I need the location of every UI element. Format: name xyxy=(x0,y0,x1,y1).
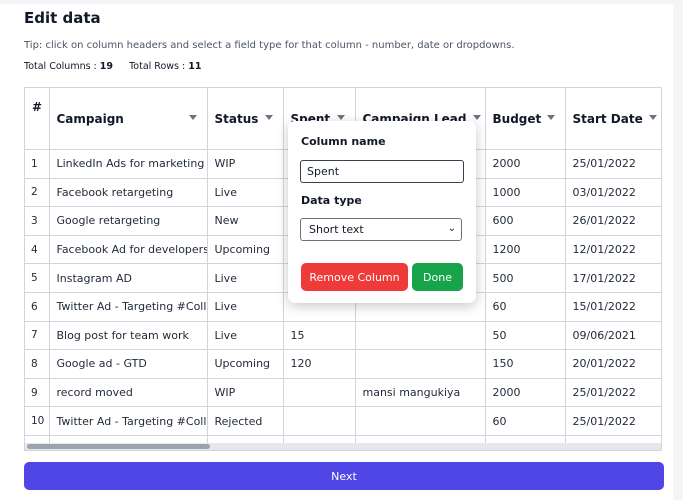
cell-start-date[interactable]: 20/01/2022 xyxy=(565,349,661,379)
chevron-down-icon: ⌄ xyxy=(447,223,456,234)
column-header-start-date[interactable]: Start Date xyxy=(565,88,661,150)
cell-start-date[interactable]: 25/01/2022 xyxy=(565,149,661,179)
data-type-select[interactable]: Short text ⌄ xyxy=(300,218,462,241)
cell-start-date[interactable]: 15/01/2022 xyxy=(565,292,661,322)
cell-index: 3 xyxy=(25,206,50,236)
cell-budget[interactable]: 1200 xyxy=(485,235,566,265)
window-top-edge xyxy=(0,0,683,4)
caret-down-icon[interactable] xyxy=(648,115,657,120)
table-row: 10Twitter Ad - Targeting #CollaborationR… xyxy=(25,406,661,436)
cell-campaign-lead[interactable]: mansi mangukiya xyxy=(355,378,486,408)
cell-spent[interactable] xyxy=(283,406,356,436)
cell-status[interactable]: New xyxy=(207,206,284,236)
cell-campaign-lead[interactable] xyxy=(355,406,486,436)
caret-down-icon[interactable] xyxy=(472,115,481,120)
table-row: 9 record moved WIP mansi mangukiya 2000 25/01… xyxy=(25,378,661,408)
column-header-label: Campaign xyxy=(56,111,124,126)
caret-down-icon[interactable] xyxy=(264,115,273,120)
column-header-label: Budget xyxy=(492,111,542,126)
done-button[interactable]: Done xyxy=(412,263,463,291)
tip-text: Tip: click on column headers and select … xyxy=(24,40,515,51)
cell-campaign[interactable]: LinkedIn Ads for marketing automation xyxy=(49,149,208,179)
window-right-edge xyxy=(673,0,683,500)
cell-campaign[interactable]: Facebook Ad for developers xyxy=(49,235,208,265)
cell-index: 10 xyxy=(25,406,50,436)
caret-down-icon[interactable] xyxy=(547,115,556,120)
cell-status[interactable]: Upcoming xyxy=(207,235,284,265)
cell-budget[interactable]: 500 xyxy=(485,263,566,293)
cell-spent[interactable] xyxy=(283,378,356,408)
column-name-input[interactable] xyxy=(300,160,464,183)
cell-status[interactable]: WIP xyxy=(207,149,284,179)
column-header-budget[interactable]: Budget xyxy=(485,88,566,150)
cell-campaign-lead[interactable] xyxy=(355,321,486,351)
cell-campaign[interactable]: Instagram AD xyxy=(49,263,208,293)
cell-budget[interactable]: 600 xyxy=(485,206,566,236)
total-columns-value: 19 xyxy=(99,61,114,72)
cell-status[interactable]: Upcoming xyxy=(207,349,284,379)
cell-start-date[interactable]: 25/01/2022 xyxy=(565,378,661,408)
cell-campaign-lead[interactable] xyxy=(355,349,486,379)
cell-budget[interactable]: 2000 xyxy=(485,149,566,179)
cell-start-date[interactable]: 12/01/2022 xyxy=(565,235,661,265)
cell-start-date[interactable]: 09/06/2021 xyxy=(565,321,661,351)
cell-status[interactable]: Live xyxy=(207,292,284,322)
cell-campaign[interactable]: Twitter Ad - Targeting #Collaboration xyxy=(49,292,208,322)
cell-campaign[interactable]: Google retargeting xyxy=(49,206,208,236)
cell-status[interactable]: Live xyxy=(207,263,284,293)
cell-budget[interactable]: 2000 xyxy=(485,378,566,408)
totals-summary: Total Columns : 19 Total Rows : 11 xyxy=(24,61,202,72)
total-rows-value: 11 xyxy=(188,61,202,72)
cell-index: 6 xyxy=(25,292,50,322)
cell-index: 7 xyxy=(25,321,50,351)
column-header-label: Status xyxy=(214,111,259,126)
column-header-index: # xyxy=(25,88,50,150)
cell-index: 8 xyxy=(25,349,50,379)
scrollbar-thumb[interactable] xyxy=(27,444,210,449)
cell-start-date[interactable]: 17/01/2022 xyxy=(565,263,661,293)
cell-start-date[interactable]: 03/01/2022 xyxy=(565,178,661,208)
cell-index: 5 xyxy=(25,263,50,293)
cell-index: 9 xyxy=(25,378,50,408)
table-row: 7 Blog post for team work Live 15 50 09/06/20… xyxy=(25,321,661,351)
total-rows-label: Total Rows : xyxy=(129,61,186,72)
data-type-label: Data type xyxy=(301,194,362,207)
cell-start-date[interactable]: 25/01/2022 xyxy=(565,406,661,436)
cell-status[interactable]: Rejected xyxy=(207,406,284,436)
cell-index: 2 xyxy=(25,178,50,208)
column-header-campaign[interactable]: Campaign xyxy=(49,88,208,150)
cell-status[interactable]: Live xyxy=(207,321,284,351)
cell-budget[interactable]: 150 xyxy=(485,349,566,379)
cell-campaign[interactable]: Blog post for team work xyxy=(49,321,208,351)
column-name-label: Column name xyxy=(301,135,386,148)
cell-budget[interactable]: 60 xyxy=(485,406,566,436)
cell-budget[interactable]: 1000 xyxy=(485,178,566,208)
cell-campaign[interactable]: Google ad - GTD xyxy=(49,349,208,379)
cell-budget[interactable]: 60 xyxy=(485,292,566,322)
cell-spent[interactable]: 15 xyxy=(283,321,356,351)
column-settings-popover: Column name Data type Short text ⌄ Remov… xyxy=(288,121,476,303)
caret-down-icon[interactable] xyxy=(336,115,345,120)
page-title: Edit data xyxy=(24,9,101,27)
next-button[interactable]: Next xyxy=(24,462,664,490)
cell-budget[interactable]: 50 xyxy=(485,321,566,351)
remove-column-button[interactable]: Remove Column xyxy=(301,263,408,291)
cell-index: 1 xyxy=(25,149,50,179)
total-columns-label: Total Columns : xyxy=(24,61,97,72)
table-row: 8 Google ad - GTD Upcoming 120 150 20/01/2022 xyxy=(25,349,661,379)
cell-campaign[interactable]: record moved xyxy=(49,378,208,408)
cell-spent[interactable]: 120 xyxy=(283,349,356,379)
cell-status[interactable]: Live xyxy=(207,178,284,208)
caret-down-icon[interactable] xyxy=(188,115,197,120)
cell-index: 4 xyxy=(25,235,50,265)
horizontal-scrollbar[interactable] xyxy=(25,443,661,450)
column-header-status[interactable]: Status xyxy=(207,88,284,150)
column-header-label: Start Date xyxy=(572,111,643,126)
cell-status[interactable]: WIP xyxy=(207,378,284,408)
cell-campaign[interactable]: Facebook retargeting xyxy=(49,178,208,208)
cell-campaign[interactable]: Twitter Ad - Targeting #Collaboration xyxy=(49,406,208,436)
cell-start-date[interactable]: 26/01/2022 xyxy=(565,206,661,236)
data-type-selected: Short text xyxy=(309,223,364,236)
